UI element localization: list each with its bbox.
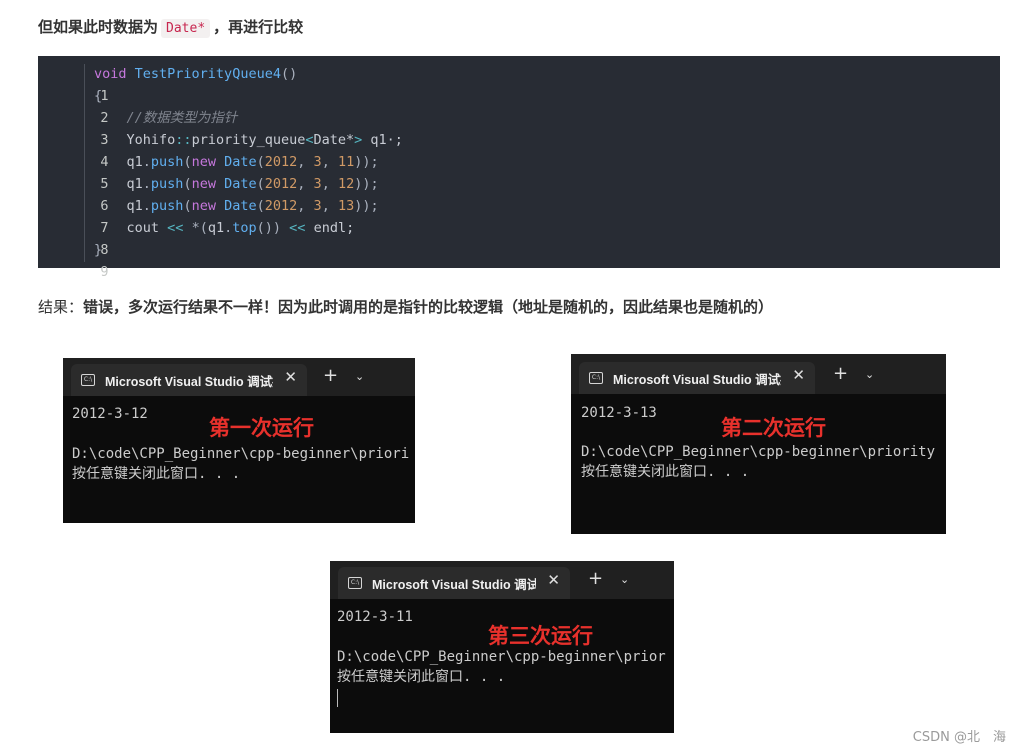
line-number: 9 [100,264,109,280]
close-icon[interactable]: ✕ [792,366,805,384]
heading-prefix: 但如果此时数据为 [38,18,159,36]
new-tab-plus-icon[interactable]: + [323,367,338,385]
chevron-down-icon[interactable]: ⌄ [865,368,874,381]
console-icon: C:\ [81,374,95,386]
csdn-watermark: CSDN @北 海 [912,730,1006,745]
press-key-line: 按任意键关闭此窗口. . . [72,466,241,482]
terminal-tab[interactable]: C:\ Microsoft Visual Studio 调试控制台 ✕ [71,364,307,396]
console-icon: C:\ [348,577,362,589]
terminal-window-run-2: C:\ Microsoft Visual Studio 调试控制台 ✕ + ⌄ … [571,354,946,534]
path-line: D:\code\CPP_Beginner\cpp-beginner\prior [337,649,666,665]
terminal-window-run-1: C:\ Microsoft Visual Studio 调试控制台 ✕ + ⌄ … [63,358,415,523]
terminal-tab[interactable]: C:\ Microsoft Visual Studio 调试控制台 ✕ [579,362,815,394]
code-line-9: 9 } [38,239,109,280]
result-text: 结果：错误，多次运行结果不一样！因为此时调用的是指针的比较逻辑（地址是随机的，因… [38,296,773,317]
run-output: 2012-3-11 [337,609,413,625]
chevron-down-icon[interactable]: ⌄ [355,370,364,383]
chevron-down-icon[interactable]: ⌄ [620,573,629,586]
close-icon[interactable]: ✕ [547,571,560,589]
code-line-8: 8 cout << *(q1.top()) << endl; [38,217,354,258]
run-label: 第二次运行 [721,416,826,440]
console-icon: C:\ [589,372,603,384]
close-icon[interactable]: ✕ [284,368,297,386]
path-line: D:\code\CPP_Beginner\cpp-beginner\priori [72,446,410,462]
terminal-window-run-3: C:\ Microsoft Visual Studio 调试控制台 ✕ + ⌄ … [330,561,674,733]
terminal-tab[interactable]: C:\ Microsoft Visual Studio 调试控制台 ✕ [338,567,570,599]
code-line-7: 7 q1.push(new Date(2012, 3, 13)); [38,195,378,236]
tab-title: Microsoft Visual Studio 调试控制台 [372,578,536,592]
code-block[interactable]: 1 void TestPriorityQueue4() 2 { 3 //数据类型… [38,56,1000,280]
code-line-4: 4 Yohifo::priority_queue<Date*> q1·; [38,129,403,170]
inline-code-date-ptr: Date* [161,19,211,38]
terminal-tab-bar: C:\ Microsoft Visual Studio 调试控制台 ✕ + ⌄ [63,358,415,396]
text-cursor [337,689,338,707]
code-line-3: 3 //数据类型为指针 [38,107,237,148]
heading-suffix: ，再进行比较 [213,18,304,36]
tab-title: Microsoft Visual Studio 调试控制台 [105,375,273,389]
code-line-2: 2 { [38,85,109,126]
run-label: 第一次运行 [209,416,314,440]
run-output: 2012-3-13 [581,405,657,421]
section-heading: 但如果此时数据为 Date* ，再进行比较 [38,16,304,38]
run-output: 2012-3-12 [72,406,148,422]
code-line-1: 1 void TestPriorityQueue4() [38,63,297,104]
tab-title: Microsoft Visual Studio 调试控制台 [613,373,781,387]
run-label: 第三次运行 [488,624,593,648]
path-line: D:\code\CPP_Beginner\cpp-beginner\priori… [581,444,936,460]
result-prefix: 结果： [38,298,84,316]
press-key-line: 按任意键关闭此窗口. . . [581,464,750,480]
new-tab-plus-icon[interactable]: + [833,365,848,383]
terminal-tab-bar: C:\ Microsoft Visual Studio 调试控制台 ✕ + ⌄ [330,561,674,599]
terminal-tab-bar: C:\ Microsoft Visual Studio 调试控制台 ✕ + ⌄ [571,354,946,394]
code-line-5: 5 q1.push(new Date(2012, 3, 11)); [38,151,378,192]
code-line-6: 6 q1.push(new Date(2012, 3, 12)); [38,173,378,214]
new-tab-plus-icon[interactable]: + [588,570,603,588]
press-key-line: 按任意键关闭此窗口. . . [337,669,506,685]
result-explanation: 错误，多次运行结果不一样！因为此时调用的是指针的比较逻辑（地址是随机的，因此结果… [83,298,774,316]
